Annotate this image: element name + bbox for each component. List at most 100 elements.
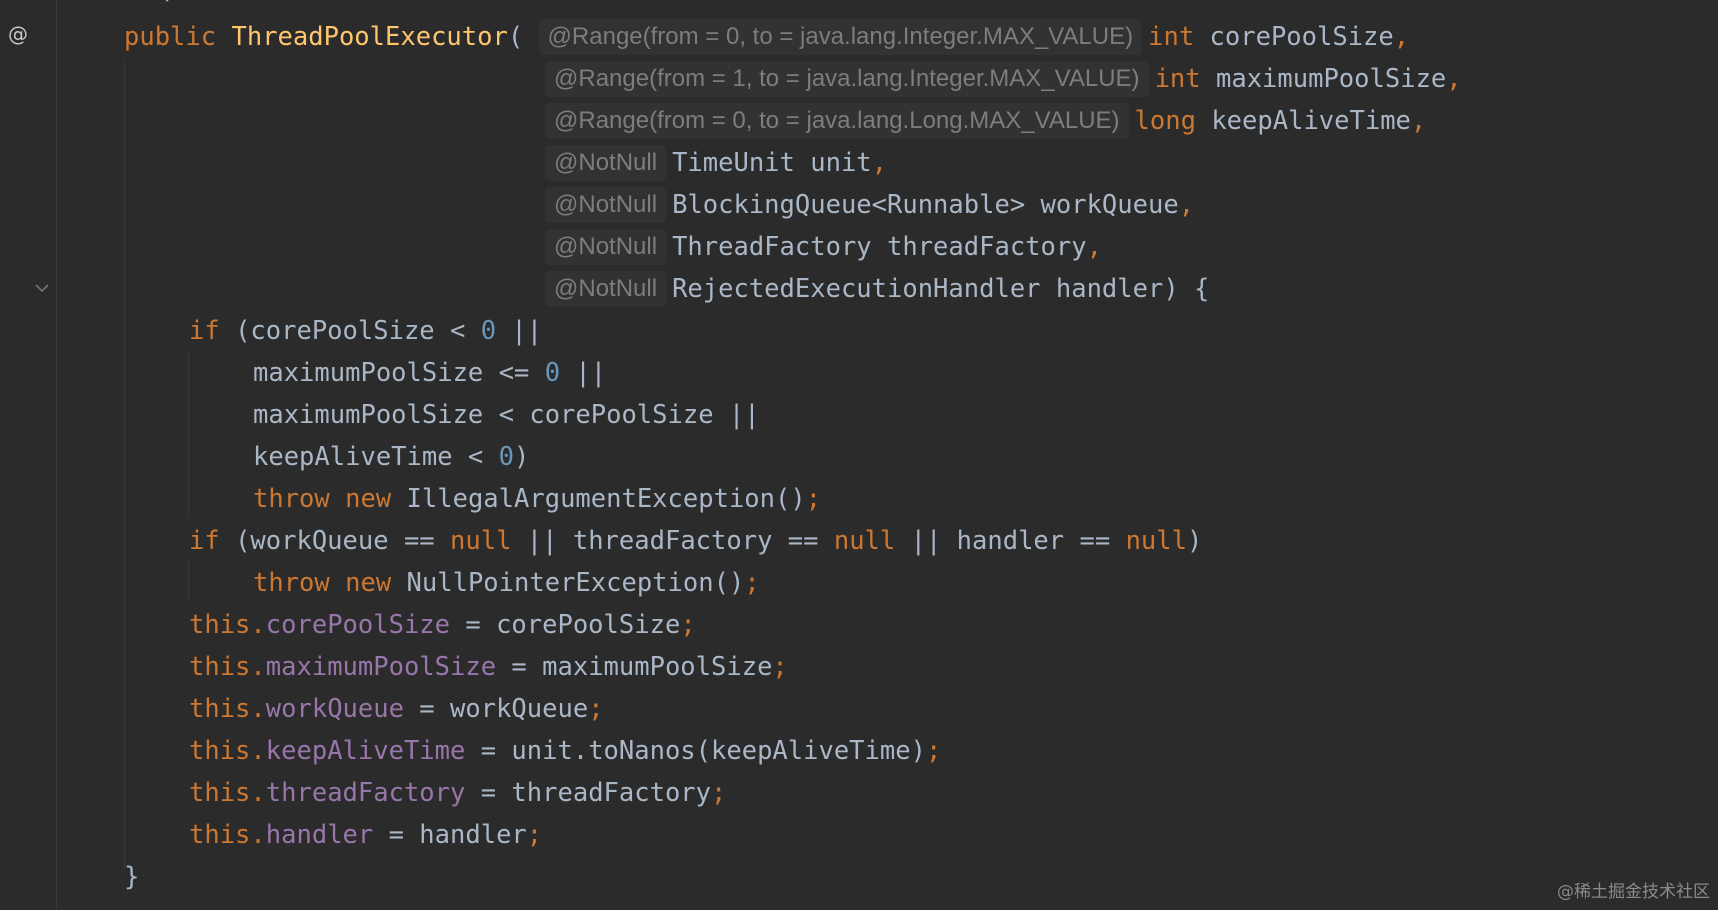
- code-line-6: @NotNull ThreadFactory threadFactory,: [545, 226, 1102, 268]
- code-line-4: @NotNull TimeUnit unit,: [545, 142, 887, 184]
- null-literal: null: [833, 526, 896, 556]
- code-line-8: if (corePoolSize < 0 ||: [189, 310, 542, 352]
- editor-gutter: [0, 0, 56, 910]
- comment-end: */: [150, 0, 179, 6]
- keyword: public: [124, 22, 217, 52]
- param-decl: ThreadFactory threadFactory: [672, 232, 1087, 262]
- inlay-hint: @NotNull: [545, 271, 667, 307]
- semicolon: ;: [805, 484, 822, 514]
- code-text: || handler ==: [895, 526, 1126, 556]
- code-line-1: public ThreadPoolExecutor( @Range(from =…: [124, 16, 1409, 58]
- code-text: (workQueue ==: [219, 526, 451, 556]
- param-name: maximumPoolSize: [1215, 64, 1447, 94]
- type-keyword: long: [1134, 106, 1196, 136]
- dot: .: [250, 820, 266, 850]
- number-literal: 0: [498, 442, 514, 472]
- inlay-hint: @Range(from = 0, to = java.lang.Integer.…: [538, 19, 1143, 55]
- code-line-9: maximumPoolSize <= 0 ||: [253, 352, 606, 394]
- code-text: maximumPoolSize < corePoolSize ||: [253, 400, 760, 430]
- this-keyword: this: [189, 652, 251, 682]
- field-ref: corePoolSize: [265, 610, 451, 640]
- type-keyword: int: [1154, 64, 1201, 94]
- method-name: ThreadPoolExecutor: [231, 22, 508, 52]
- dot: .: [250, 778, 266, 808]
- semicolon: ;: [711, 778, 727, 808]
- keyword: new: [345, 484, 392, 514]
- semicolon: ;: [588, 694, 604, 724]
- null-literal: null: [1125, 526, 1187, 556]
- code-line-21: }: [124, 856, 139, 898]
- chevron-down-icon[interactable]: [32, 278, 52, 298]
- code-line-19: this.threadFactory = threadFactory;: [189, 772, 726, 814]
- dot: .: [250, 652, 266, 682]
- code-text: (corePoolSize <: [219, 316, 481, 346]
- param-decl: RejectedExecutionHandler handler) {: [672, 274, 1210, 304]
- field-ref: handler: [265, 820, 374, 850]
- closing-brace: }: [124, 862, 140, 892]
- comma: ,: [1393, 22, 1410, 52]
- param-decl: BlockingQueue<Runnable> workQueue: [672, 190, 1179, 220]
- indent-guide: [188, 560, 189, 602]
- code-text: ): [514, 442, 530, 472]
- number-literal: 0: [544, 358, 561, 388]
- watermark: @稀土掘金技术社区: [1557, 882, 1710, 902]
- comma: ,: [1446, 64, 1462, 94]
- comma: ,: [871, 148, 888, 178]
- code-text: = workQueue: [403, 694, 589, 724]
- code-text: = corePoolSize: [450, 610, 681, 640]
- code-text: || threadFactory ==: [511, 526, 834, 556]
- indent-guide: [124, 60, 125, 872]
- semicolon: ;: [772, 652, 788, 682]
- indent-guide: [188, 350, 189, 518]
- comma: ,: [1086, 232, 1102, 262]
- semicolon: ;: [744, 568, 760, 598]
- null-literal: null: [450, 526, 512, 556]
- param-name: keepAliveTime: [1211, 106, 1411, 136]
- code-text: IllegalArgumentException(): [406, 484, 806, 514]
- type-keyword: int: [1148, 22, 1195, 52]
- inlay-hint: @Range(from = 1, to = java.lang.Integer.…: [545, 61, 1149, 97]
- keyword: new: [345, 568, 392, 598]
- dot: .: [250, 610, 266, 640]
- this-keyword: this: [189, 778, 251, 808]
- inlay-hint: @Range(from = 0, to = java.lang.Long.MAX…: [545, 103, 1129, 139]
- field-ref: maximumPoolSize: [265, 652, 497, 682]
- semicolon: ;: [526, 820, 543, 850]
- this-keyword: this: [189, 736, 251, 766]
- dot: .: [250, 694, 266, 724]
- code-line-5: @NotNull BlockingQueue<Runnable> workQueu…: [545, 184, 1194, 226]
- code-line-14: throw new NullPointerException();: [253, 562, 760, 604]
- keyword: throw: [253, 484, 330, 514]
- code-text: = threadFactory: [465, 778, 712, 808]
- inlay-hint: @NotNull: [545, 187, 667, 223]
- code-text: = unit.toNanos(keepAliveTime): [465, 736, 926, 766]
- paren: (: [507, 22, 524, 52]
- code-line-3: @Range(from = 0, to = java.lang.Long.MAX…: [545, 100, 1426, 142]
- param-decl: TimeUnit unit: [672, 148, 872, 178]
- code-line-11: keepAliveTime < 0): [253, 436, 529, 478]
- field-ref: threadFactory: [265, 778, 466, 808]
- field-ref: keepAliveTime: [265, 736, 466, 766]
- param-name: corePoolSize: [1209, 22, 1394, 52]
- code-line-7: @NotNull RejectedExecutionHandler handler…: [545, 268, 1209, 310]
- code-text: keepAliveTime <: [253, 442, 499, 472]
- code-text: NullPointerException(): [406, 568, 745, 598]
- code-text: maximumPoolSize <=: [253, 358, 545, 388]
- code-line-17: this.workQueue = workQueue;: [189, 688, 604, 730]
- keyword: if: [189, 316, 220, 346]
- code-text: = handler: [373, 820, 527, 850]
- keyword: if: [189, 526, 220, 556]
- code-line-15: this.corePoolSize = corePoolSize;: [189, 604, 696, 646]
- annotation-gutter-icon[interactable]: @: [6, 22, 30, 46]
- semicolon: ;: [925, 736, 942, 766]
- code-line-20: this.handler = handler;: [189, 814, 542, 856]
- inlay-hint: @NotNull: [545, 229, 667, 265]
- this-keyword: this: [189, 820, 251, 850]
- dot: .: [250, 736, 266, 766]
- code-line-10: maximumPoolSize < corePoolSize ||: [253, 394, 760, 436]
- code-text: = maximumPoolSize: [496, 652, 773, 682]
- code-line-16: this.maximumPoolSize = maximumPoolSize;: [189, 646, 788, 688]
- comma: ,: [1178, 190, 1195, 220]
- comma: ,: [1410, 106, 1427, 136]
- code-text: ||: [560, 358, 607, 388]
